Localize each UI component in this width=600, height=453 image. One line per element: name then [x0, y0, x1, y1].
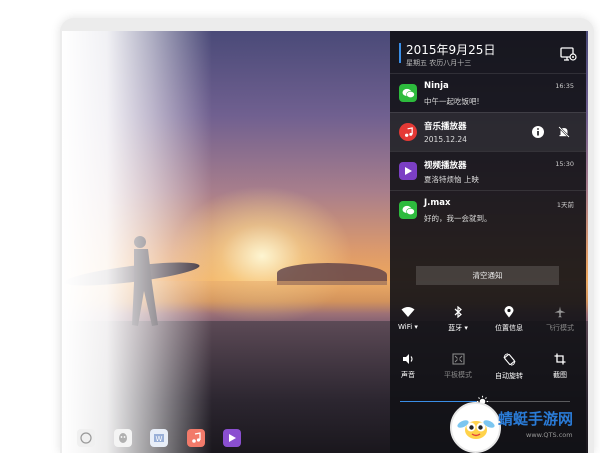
dragonfly-logo: [450, 402, 501, 453]
sound-label: 声音: [401, 371, 415, 379]
wifi-label: WiFi ▾: [398, 323, 418, 331]
svg-text:W: W: [156, 435, 163, 443]
notification-message: 2015.12.24: [424, 135, 467, 144]
bluetooth-label: 蓝牙 ▾: [448, 324, 468, 332]
lunar-date-label: 星期五 农历八月十三: [406, 59, 472, 67]
bluetooth-icon: [454, 306, 462, 318]
location-icon: [504, 306, 514, 318]
notification-message: 好的，我一会就到。: [424, 214, 492, 223]
date-label: 2015年9月25日: [406, 43, 496, 57]
watermark-url: www.QTS.com: [526, 431, 573, 439]
wechat-icon: [399, 201, 417, 219]
bluetooth-toggle[interactable]: 蓝牙 ▾: [434, 306, 482, 333]
notification-time: 15:30: [555, 160, 574, 168]
notification-title: 视频播放器: [424, 161, 467, 171]
airplane-label: 飞行模式: [546, 324, 574, 332]
left-fade: [62, 31, 212, 453]
crop-icon: [554, 353, 566, 365]
panel-header: 2015年9月25日 星期五 农历八月十三: [390, 31, 586, 73]
music-icon[interactable]: [187, 429, 205, 447]
wechat-icon: [399, 84, 417, 102]
settings-monitor-icon[interactable]: [559, 45, 577, 63]
clear-notifications-button[interactable]: 清空通知: [416, 266, 559, 285]
airplane-toggle[interactable]: 飞行模式: [536, 306, 584, 333]
info-icon[interactable]: [531, 125, 545, 139]
airplane-icon: [554, 306, 566, 318]
notification-title: J.max: [424, 198, 451, 208]
dock: W: [62, 426, 392, 453]
notification-item[interactable]: 视频播放器 夏洛特烦恼 上映 15:30: [390, 151, 586, 190]
notification-item[interactable]: J.max 好的，我一会就到。 1天前: [390, 190, 586, 229]
accent-bar: [399, 43, 401, 63]
rotate-icon: [503, 353, 515, 366]
wifi-icon: [401, 307, 415, 317]
notification-message: 中午一起吃饭吧!: [424, 97, 480, 106]
tablet-mode-label: 平板模式: [444, 371, 472, 379]
location-label: 位置信息: [495, 324, 523, 332]
wifi-toggle[interactable]: WiFi ▾: [384, 306, 432, 331]
notification-message: 夏洛特烦恼 上映: [424, 175, 479, 184]
office-icon[interactable]: W: [150, 429, 168, 447]
browser-icon[interactable]: [77, 429, 95, 447]
rotate-label: 自动旋转: [495, 372, 523, 380]
notification-item[interactable]: 音乐播放器 2015.12.24: [390, 112, 586, 151]
location-toggle[interactable]: 位置信息: [485, 306, 533, 333]
watermark-name: 蜻蜓手游网: [498, 410, 574, 428]
notification-title: 音乐播放器: [424, 122, 467, 132]
screenshot-label: 截图: [553, 371, 567, 379]
rotate-toggle[interactable]: 自动旋转: [485, 353, 533, 381]
tablet-mode-toggle[interactable]: 平板模式: [434, 353, 482, 380]
music-icon: [399, 123, 417, 141]
speaker-icon: [402, 354, 413, 364]
notification-title: Ninja: [424, 81, 449, 91]
notification-time: 16:35: [555, 82, 574, 90]
notification-time: 1天前: [556, 201, 574, 209]
tablet-mode-icon: [451, 353, 465, 365]
site-watermark: 蜻蜓手游网 www.QTS.com: [450, 402, 600, 453]
mute-bell-icon[interactable]: [557, 125, 571, 139]
video-icon[interactable]: [223, 429, 241, 447]
notification-item[interactable]: Ninja 中午一起吃饭吧! 16:35: [390, 73, 586, 112]
notification-center: 2015年9月25日 星期五 农历八月十三 Ninja 中午一起吃饭吧! 16:…: [390, 31, 586, 453]
screenshot-button[interactable]: 截图: [536, 353, 584, 380]
qq-icon[interactable]: [114, 429, 132, 447]
sound-toggle[interactable]: 声音: [384, 353, 432, 380]
video-play-icon: [399, 162, 417, 180]
